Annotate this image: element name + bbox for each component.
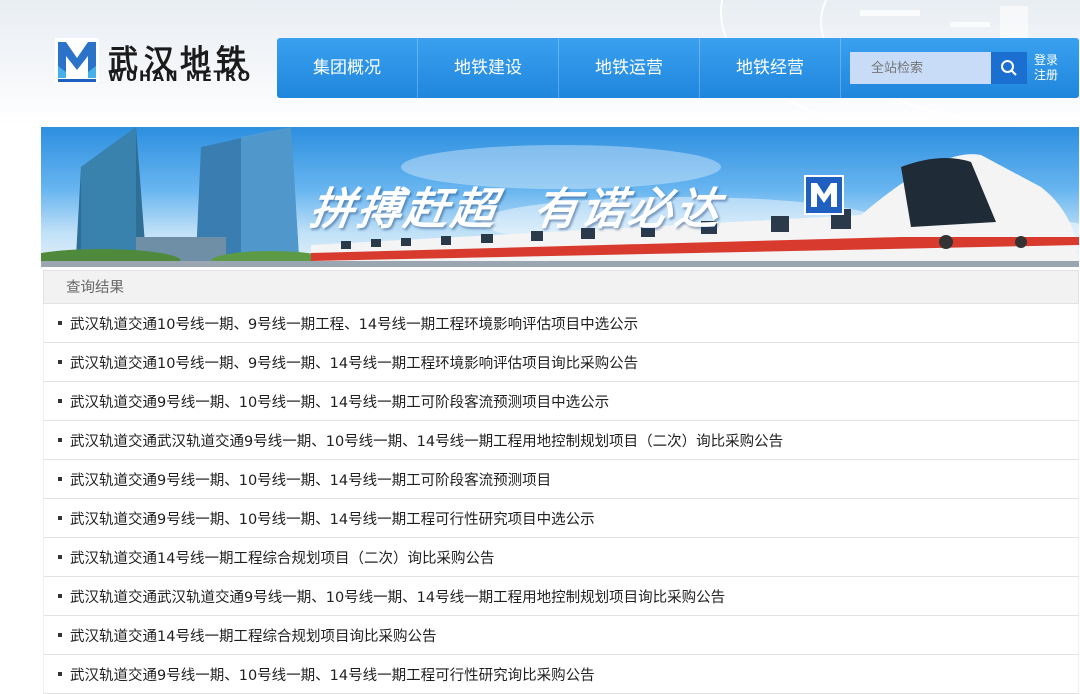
result-item[interactable]: 武汉轨道交通14号线一期工程综合规划项目（二次）询比采购公告 <box>43 538 1079 577</box>
brand-name-en: WUHAN METRO <box>108 69 252 85</box>
result-item-title: 武汉轨道交通9号线一期、10号线一期、14号线一期工可阶段客流预测项目中选公示 <box>70 394 610 411</box>
bullet-icon <box>58 438 62 442</box>
bullet-icon <box>58 633 62 637</box>
auth-links: 登录 注册 <box>1034 53 1074 83</box>
main-nav-bar: 集团概况 地铁建设 地铁运营 地铁经营 登录 注册 <box>277 38 1079 98</box>
banner-metro-logo-icon <box>804 175 844 215</box>
result-item[interactable]: 武汉轨道交通10号线一期、9号线一期工程、14号线一期工程环境影响评估项目中选公… <box>43 304 1079 343</box>
result-item[interactable]: 武汉轨道交通10号线一期、9号线一期、14号线一期工程环境影响评估项目询比采购公… <box>43 343 1079 382</box>
result-item[interactable]: 武汉轨道交通9号线一期、10号线一期、14号线一期工可阶段客流预测项目中选公示 <box>43 382 1079 421</box>
result-item-title: 武汉轨道交通9号线一期、10号线一期、14号线一期工可阶段客流预测项目 <box>70 472 552 489</box>
result-item[interactable]: 武汉轨道交通武汉轨道交通9号线一期、10号线一期、14号线一期工程用地控制规划项… <box>43 421 1079 460</box>
bullet-icon <box>58 594 62 598</box>
login-link[interactable]: 登录 <box>1034 53 1074 68</box>
bullet-icon <box>58 321 62 325</box>
result-item[interactable]: 武汉轨道交通14号线一期工程综合规划项目询比采购公告 <box>43 616 1079 655</box>
bullet-icon <box>58 399 62 403</box>
result-item-title: 武汉轨道交通14号线一期工程综合规划项目询比采购公告 <box>70 628 437 645</box>
result-item[interactable]: 武汉轨道交通武汉轨道交通9号线一期、10号线一期、14号线一期工程用地控制规划项… <box>43 577 1079 616</box>
nav-divider <box>840 38 841 98</box>
nav-item-metro-business[interactable]: 地铁经营 <box>700 38 840 98</box>
result-item-title: 武汉轨道交通武汉轨道交通9号线一期、10号线一期、14号线一期工程用地控制规划项… <box>70 433 784 450</box>
nav-item-metro-operation[interactable]: 地铁运营 <box>559 38 699 98</box>
result-item-title: 武汉轨道交通10号线一期、9号线一期、14号线一期工程环境影响评估项目询比采购公… <box>70 355 639 372</box>
search-icon <box>1001 60 1017 76</box>
slogan-part-1: 拼搏赶超 <box>306 184 502 235</box>
bullet-icon <box>58 672 62 676</box>
result-item[interactable]: 武汉轨道交通9号线一期、10号线一期、14号线一期工程可行性研究项目中选公示 <box>43 499 1079 538</box>
wuhan-metro-logo[interactable]: 武汉地铁 WUHAN METRO <box>55 38 270 88</box>
register-link[interactable]: 注册 <box>1034 68 1074 83</box>
site-search-input[interactable] <box>850 52 991 84</box>
hero-banner: 拼搏赶超 有诺必达 <box>41 127 1079 267</box>
result-item[interactable]: 武汉轨道交通9号线一期、10号线一期、14号线一期工可阶段客流预测项目 <box>43 460 1079 499</box>
result-item[interactable]: 武汉轨道交通9号线一期、10号线一期、14号线一期工程可行性研究询比采购公告 <box>43 655 1079 694</box>
result-item-title: 武汉轨道交通14号线一期工程综合规划项目（二次）询比采购公告 <box>70 550 495 567</box>
bullet-icon <box>58 516 62 520</box>
nav-item-group-overview[interactable]: 集团概况 <box>277 38 417 98</box>
bullet-icon <box>58 360 62 364</box>
bullet-icon <box>58 477 62 481</box>
result-item-title: 武汉轨道交通10号线一期、9号线一期工程、14号线一期工程环境影响评估项目中选公… <box>70 316 639 333</box>
slogan-part-2: 有诺必达 <box>530 184 726 235</box>
result-item-title: 武汉轨道交通9号线一期、10号线一期、14号线一期工程可行性研究项目中选公示 <box>70 511 595 528</box>
search-results: 查询结果 武汉轨道交通10号线一期、9号线一期工程、14号线一期工程环境影响评估… <box>43 270 1079 694</box>
banner-slogan: 拼搏赶超 有诺必达 <box>307 173 728 237</box>
bullet-icon <box>58 555 62 559</box>
results-header: 查询结果 <box>43 270 1079 304</box>
search-button[interactable] <box>991 52 1027 84</box>
nav-item-metro-construction[interactable]: 地铁建设 <box>418 38 558 98</box>
result-item-title: 武汉轨道交通武汉轨道交通9号线一期、10号线一期、14号线一期工程用地控制规划项… <box>70 589 726 606</box>
results-list: 武汉轨道交通10号线一期、9号线一期工程、14号线一期工程环境影响评估项目中选公… <box>43 304 1079 694</box>
result-item-title: 武汉轨道交通9号线一期、10号线一期、14号线一期工程可行性研究询比采购公告 <box>70 667 595 684</box>
metro-m-logo-icon <box>55 38 99 82</box>
